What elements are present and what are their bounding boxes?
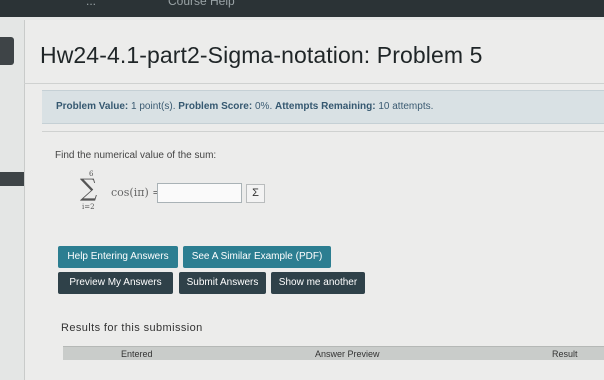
problem-value: 1 point(s). [131, 101, 176, 112]
problem-info-bar: Problem Value: 1 point(s). Problem Score… [42, 90, 604, 124]
nav-link-course-help[interactable]: Course Help [168, 0, 235, 8]
show-another-button[interactable]: Show me another [271, 272, 365, 294]
column-header-entered: Entered [121, 349, 153, 359]
help-entering-answers-button[interactable]: Help Entering Answers [58, 246, 178, 268]
sum-lower-limit: i=2 [82, 203, 95, 211]
problem-prompt: Find the numerical value of the sum: [55, 150, 217, 161]
preview-answers-button[interactable]: Preview My Answers [58, 272, 173, 294]
summation-notation: 6 ∑ i=2 [80, 170, 110, 214]
sigma-symbol: ∑ [80, 174, 98, 202]
attempts-remaining: 10 attempts. [378, 101, 434, 112]
equation-editor-button[interactable]: Σ [246, 184, 265, 203]
attempts-remaining-label: Attempts Remaining: [275, 101, 376, 112]
divider [42, 131, 604, 132]
nav-link[interactable]: ... [86, 0, 96, 8]
results-heading: Results for this submission [61, 322, 203, 334]
problem-score-label: Problem Score: [178, 101, 253, 112]
results-table-header: Entered Answer Preview Result [63, 346, 604, 360]
page-title: Hw24-4.1-part2-Sigma-notation: Problem 5 [40, 42, 483, 68]
column-header-result: Result [552, 349, 578, 359]
divider [24, 83, 604, 84]
top-navbar: ... Course Help [0, 0, 604, 17]
similar-example-button[interactable]: See A Similar Example (PDF) [183, 246, 331, 268]
problem-value-label: Problem Value: [56, 101, 129, 112]
answer-input[interactable] [157, 183, 242, 203]
sum-expression: cos(iπ) = [111, 186, 162, 199]
submit-answers-button[interactable]: Submit Answers [179, 272, 266, 294]
column-header-answer-preview: Answer Preview [315, 349, 380, 359]
sidebar-toggle[interactable] [0, 37, 14, 65]
problem-score: 0%. [254, 101, 273, 112]
